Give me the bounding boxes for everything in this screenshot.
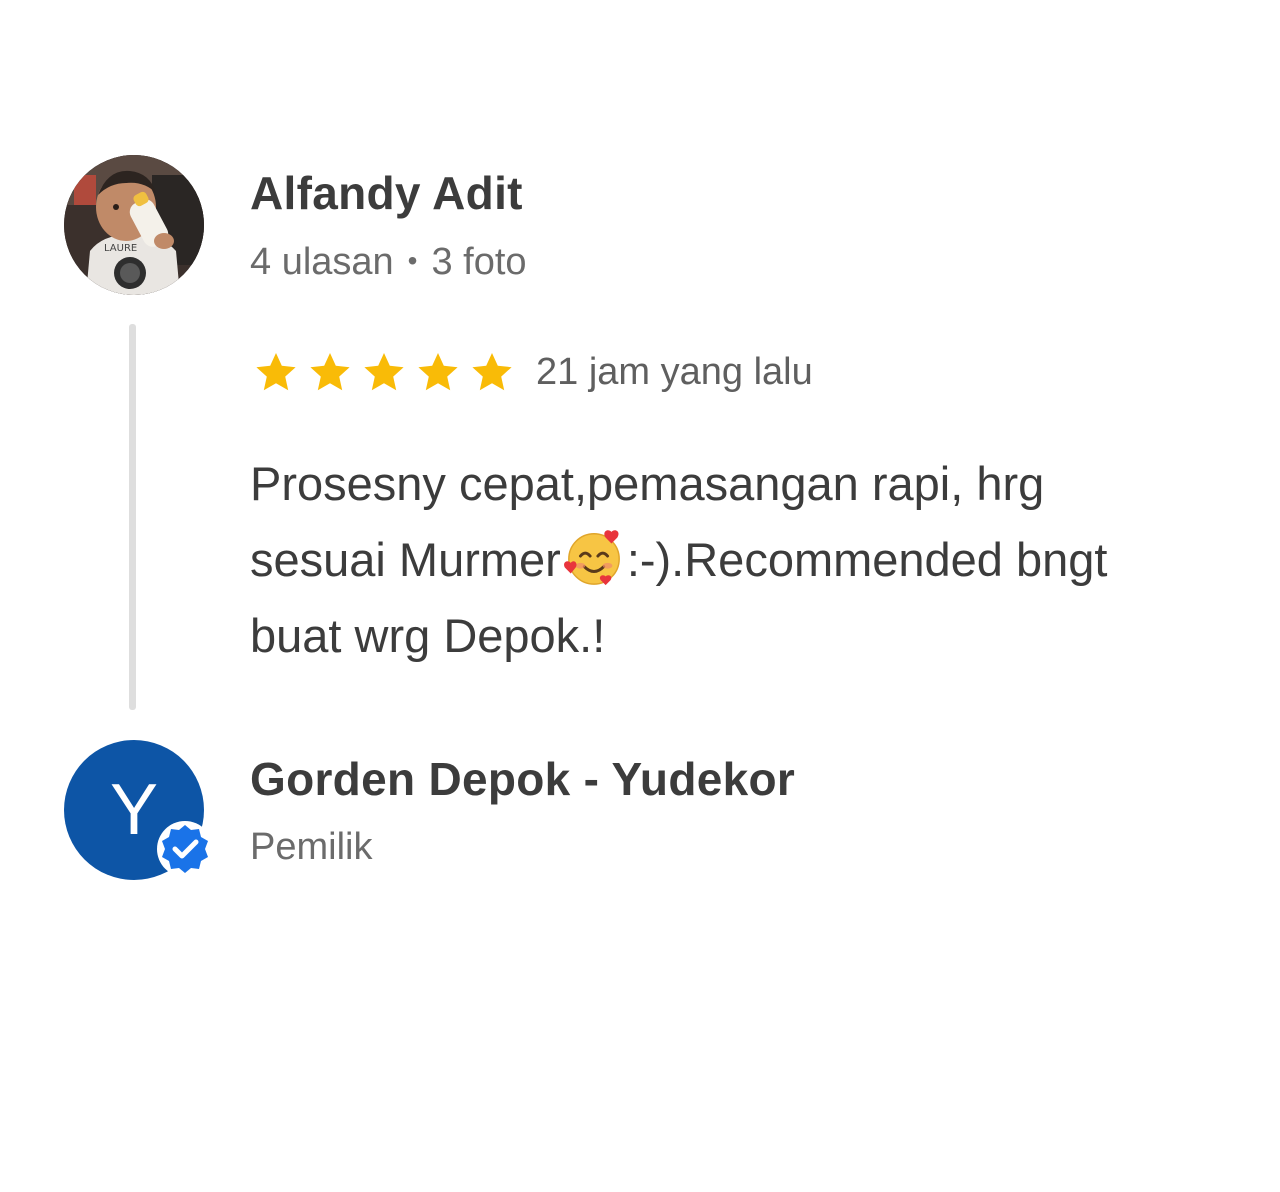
rating-row: 21 jam yang lalu bbox=[252, 344, 813, 400]
review-text-line-2a: sesuai Murmer bbox=[250, 533, 561, 586]
reviewer-stats: 4 ulasan • 3 foto bbox=[250, 241, 527, 284]
verified-badge-icon bbox=[157, 821, 213, 877]
review-text: Prosesny cepat,pemasangan rapi, hrg sesu… bbox=[250, 446, 1260, 674]
review-text-line-2: sesuai Murmer :-).Recommended bngt bbox=[250, 522, 1260, 598]
reviewer-avatar[interactable]: LAURE bbox=[64, 155, 204, 295]
review-count: 4 ulasan bbox=[250, 241, 394, 283]
star-icon bbox=[310, 353, 350, 391]
star-rating bbox=[252, 348, 516, 396]
photo-count: 3 foto bbox=[431, 241, 527, 283]
review-text-line-1: Prosesny cepat,pemasangan rapi, hrg bbox=[250, 457, 1045, 510]
owner-role-label: Pemilik bbox=[250, 826, 373, 868]
star-icon bbox=[472, 353, 512, 391]
thread-line bbox=[129, 324, 136, 710]
smiling-face-with-hearts-icon bbox=[563, 530, 620, 586]
meta-separator: • bbox=[407, 245, 418, 276]
reviewer-name[interactable]: Alfandy Adit bbox=[250, 166, 523, 220]
star-icon bbox=[256, 353, 296, 391]
review-time: 21 jam yang lalu bbox=[536, 350, 813, 393]
star-icon bbox=[364, 353, 404, 391]
star-icon bbox=[418, 353, 458, 391]
review-card: LAURE Alfandy Adit 4 ulasan • 3 foto 21 ja… bbox=[0, 0, 1280, 1192]
svg-text:LAURE: LAURE bbox=[104, 243, 137, 254]
owner-name[interactable]: Gorden Depok - Yudekor bbox=[250, 752, 795, 806]
review-text-line-3: buat wrg Depok.! bbox=[250, 609, 606, 662]
review-text-line-2b: :-).Recommended bngt bbox=[626, 533, 1108, 586]
